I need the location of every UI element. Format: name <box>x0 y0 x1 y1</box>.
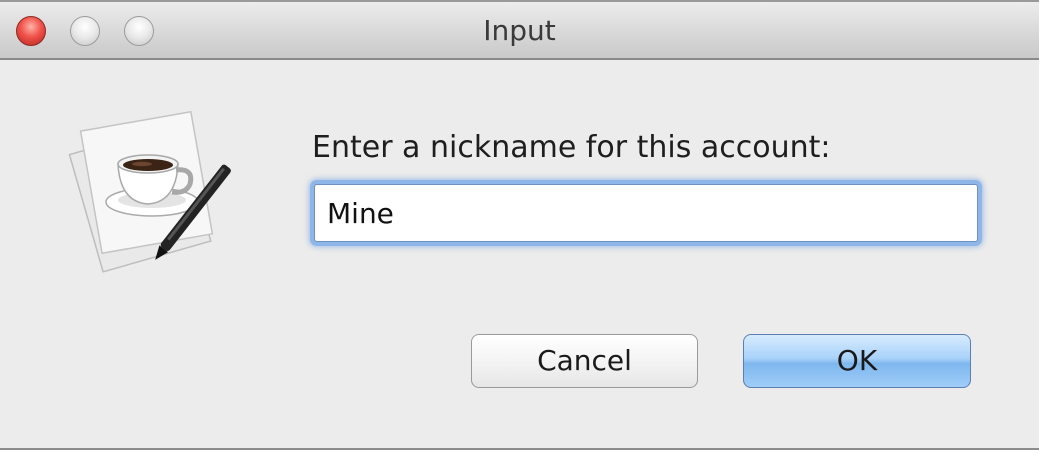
window-title: Input <box>483 14 556 47</box>
cancel-button[interactable]: Cancel <box>471 334 698 388</box>
java-coffee-document-icon <box>68 110 231 273</box>
nickname-input[interactable] <box>314 184 978 242</box>
prompt-label: Enter a nickname for this account: <box>312 130 831 165</box>
input-dialog-window: Input Enter a nickname for this account:… <box>0 0 1039 450</box>
ok-button[interactable]: OK <box>743 334 971 388</box>
title-bar[interactable]: Input <box>0 0 1039 60</box>
